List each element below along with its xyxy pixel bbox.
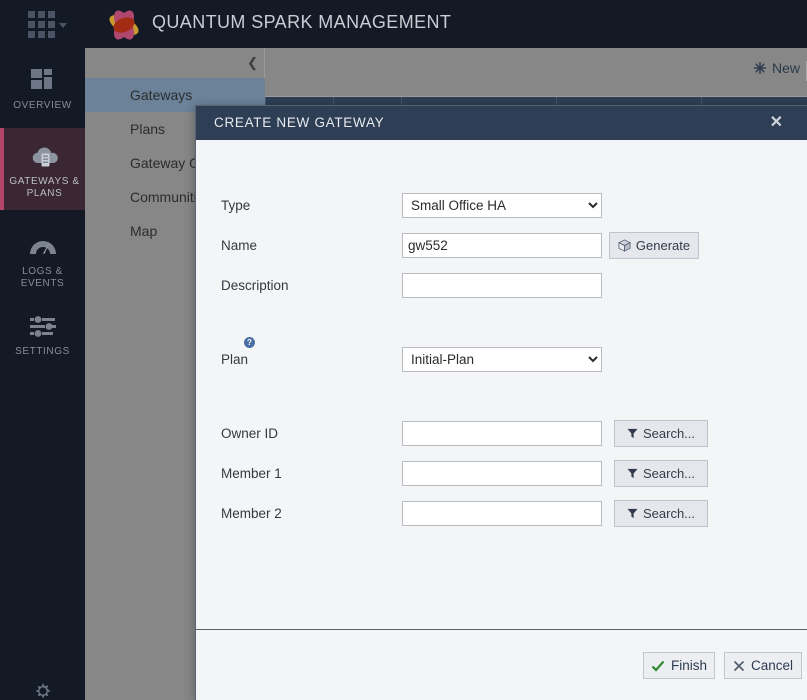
- sidebar-item-label: Communitie: [130, 189, 205, 205]
- rail-item-logs-events[interactable]: LOGS & EVENTS: [0, 226, 85, 289]
- field-row-description: Description: [196, 271, 807, 301]
- owner-id-label: Owner ID: [221, 426, 279, 441]
- gear-icon[interactable]: [28, 678, 58, 700]
- dialog-title: CREATE NEW GATEWAY: [196, 106, 807, 140]
- field-row-name: Name Generate: [196, 231, 807, 261]
- grid-apps-icon: [28, 10, 55, 38]
- rail-item-settings[interactable]: SETTINGS: [0, 306, 85, 368]
- info-question-icon[interactable]: ?: [244, 337, 255, 348]
- asterisk-new-icon: [754, 62, 766, 74]
- search-button-label: Search...: [642, 506, 696, 521]
- rail-item-label: LOGS & EVENTS: [20, 266, 65, 289]
- finish-button[interactable]: Finish: [643, 652, 715, 679]
- rail-item-gateways-plans[interactable]: GATEWAYS & PLANS: [0, 128, 85, 210]
- description-label: Description: [221, 278, 289, 293]
- collapse-panel-chevron-icon[interactable]: ❮: [247, 56, 258, 70]
- quantum-spark-logo: [106, 7, 142, 43]
- field-row-plan: Plan ? Initial-Plan: [196, 337, 807, 375]
- description-input[interactable]: [402, 273, 602, 298]
- cancel-button-label: Cancel: [750, 658, 794, 673]
- sidebar-item-label: Plans: [130, 121, 166, 137]
- dashboard-tiles-icon: [0, 60, 85, 100]
- dialog-body: Type Small Office HA Name gw552 Generate…: [196, 140, 807, 628]
- content-toolbar: New Refresh: [265, 48, 807, 96]
- filter-funnel-icon: [627, 428, 638, 439]
- cloud-server-icon: [4, 136, 85, 176]
- plan-select[interactable]: Initial-Plan: [402, 347, 602, 372]
- type-label: Type: [221, 198, 251, 213]
- owner-id-search-button[interactable]: Search...: [614, 420, 708, 447]
- type-select[interactable]: Small Office HA: [402, 193, 602, 218]
- close-x-icon: [733, 660, 745, 671]
- primary-nav-rail: OVERVIEW GATEWAYS & PLANS LOGS & EVENTS …: [0, 48, 85, 700]
- owner-id-input[interactable]: [402, 421, 602, 446]
- dice-cube-icon: [617, 239, 631, 252]
- member-1-search-button[interactable]: Search...: [614, 460, 708, 487]
- rail-item-label: OVERVIEW: [13, 100, 72, 111]
- filter-funnel-icon: [627, 508, 638, 519]
- member-1-label: Member 1: [221, 466, 282, 481]
- app-launcher-button[interactable]: [28, 10, 67, 38]
- field-row-member-2: Member 2 Search...: [196, 499, 807, 529]
- plan-label: Plan: [221, 352, 249, 367]
- page-title: QUANTUM SPARK MANAGEMENT: [152, 12, 452, 32]
- sidebar-item-label: Gateways: [130, 87, 193, 103]
- rail-item-label: SETTINGS: [15, 346, 70, 357]
- field-row-owner-id: Owner ID Search...: [196, 419, 807, 449]
- field-row-member-1: Member 1 Search...: [196, 459, 807, 489]
- close-x-icon[interactable]: ✕: [770, 106, 783, 140]
- rail-item-overview[interactable]: OVERVIEW: [0, 60, 85, 122]
- member-1-input[interactable]: [402, 461, 602, 486]
- member-2-search-button[interactable]: Search...: [614, 500, 708, 527]
- search-button-label: Search...: [642, 466, 696, 481]
- new-button[interactable]: New: [753, 60, 800, 76]
- rail-item-label: GATEWAYS & PLANS: [9, 176, 80, 199]
- new-button-label: New: [772, 60, 801, 76]
- create-gateway-dialog: CREATE NEW GATEWAY ✕ Type Small Office H…: [195, 105, 807, 700]
- generate-button-label: Generate: [635, 238, 691, 253]
- top-bar: QUANTUM SPARK MANAGEMENT: [0, 0, 807, 48]
- dialog-footer: Finish Cancel: [196, 629, 807, 700]
- member-2-input[interactable]: [402, 501, 602, 526]
- member-2-label: Member 2: [221, 506, 282, 521]
- field-row-type: Type Small Office HA: [196, 191, 807, 221]
- name-input[interactable]: [402, 233, 602, 258]
- check-mark-icon: [651, 660, 665, 672]
- application-window: ❮ Gateways Plans Gateway Ov Communitie M…: [0, 0, 807, 700]
- name-label: Name: [221, 238, 258, 253]
- generate-button[interactable]: Generate: [609, 232, 699, 259]
- sidebar-item-label: Map: [130, 223, 158, 239]
- sliders-icon: [0, 306, 85, 346]
- cancel-button[interactable]: Cancel: [724, 652, 802, 679]
- finish-button-label: Finish: [670, 658, 707, 673]
- caret-down-icon: [59, 23, 67, 28]
- filter-funnel-icon: [627, 468, 638, 479]
- search-button-label: Search...: [642, 426, 696, 441]
- gauge-icon: [0, 226, 85, 266]
